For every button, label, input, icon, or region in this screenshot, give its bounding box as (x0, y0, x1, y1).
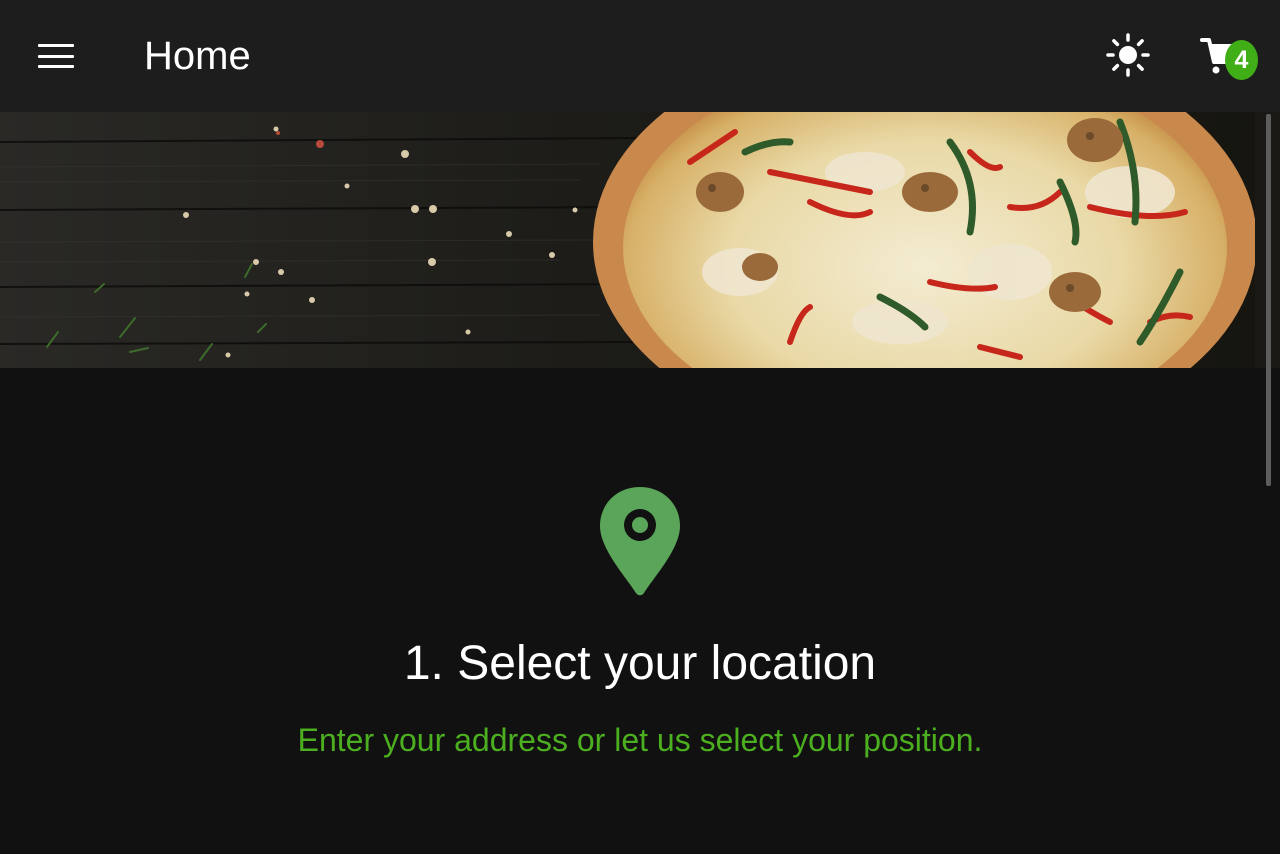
step-title: 1. Select your location (403, 637, 877, 690)
hamburger-menu-icon (38, 44, 74, 68)
location-step-section: 1. Select your location Enter your addre… (0, 368, 1280, 854)
menu-button[interactable] (22, 24, 90, 88)
hero-banner-image (0, 112, 1280, 368)
cart-count-badge: 4 (1225, 40, 1258, 80)
page-title: Home (144, 34, 251, 78)
map-pin-icon (600, 487, 680, 596)
top-app-bar: Home 4 (0, 0, 1280, 112)
app-root: Home 4 1. Select your location Enter you… (0, 0, 1280, 854)
sun-icon (1106, 33, 1150, 77)
theme-toggle-button[interactable] (1100, 27, 1156, 83)
cart-button[interactable]: 4 (1196, 30, 1260, 86)
step-subtitle: Enter your address or let us select your… (297, 722, 983, 758)
